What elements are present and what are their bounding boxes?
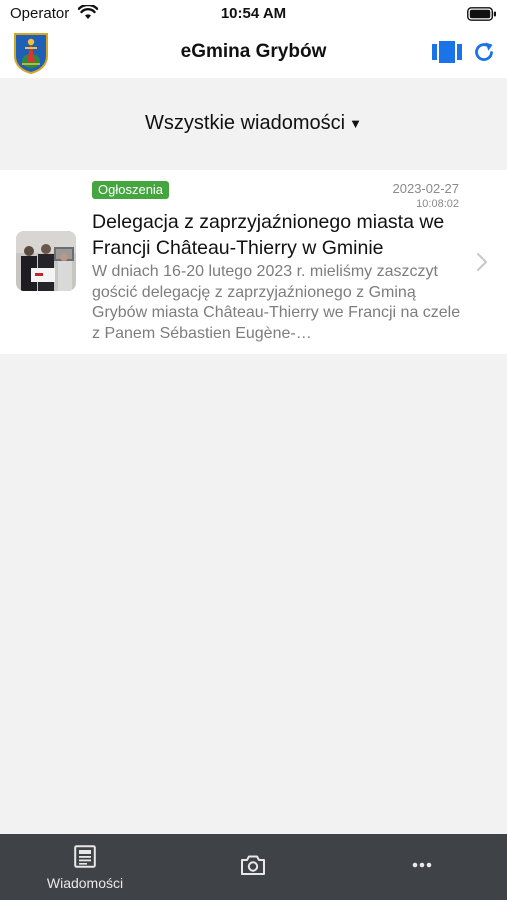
message-filter-dropdown[interactable]: Wszystkie wiadomości ▼ [0,112,507,135]
dropdown-arrow-icon: ▼ [349,116,362,131]
filter-area: Wszystkie wiadomości ▼ [0,78,507,170]
clock: 10:54 AM [220,5,287,22]
status-bar: Operator 10:54 AM [0,0,507,28]
message-title: Delegacja z zaprzyjaźnionego miasta we F… [92,211,445,259]
battery-icon [467,7,496,21]
app-title: eGmina Grybów [180,41,327,62]
tab-bar: Wiadomości [0,834,507,900]
tab-more[interactable] [382,834,462,900]
camera-icon [241,855,265,875]
chevron-right-icon [477,253,487,271]
nav-bar: eGmina Grybów [0,28,507,78]
message-thumbnail [16,231,76,291]
refresh-icon[interactable] [473,40,495,64]
message-excerpt: W dniach 16-20 lutego 2023 r. mieliśmy z… [92,263,461,342]
carousel-icon[interactable] [432,40,462,64]
category-badge: Ogłoszenia [92,181,170,199]
more-icon [412,862,432,868]
tab-label: Wiadomości [46,875,124,891]
filter-label: Wszystkie wiadomości [145,112,346,134]
newspaper-icon [74,845,96,868]
tab-camera[interactable] [213,834,293,900]
message-list-item[interactable]: Ogłoszenia 2023-02-27 10:08:02 Delegacja… [0,170,507,354]
message-date: 2023-02-27 [392,181,460,196]
tab-wiadomosci[interactable]: Wiadomości [20,834,150,900]
